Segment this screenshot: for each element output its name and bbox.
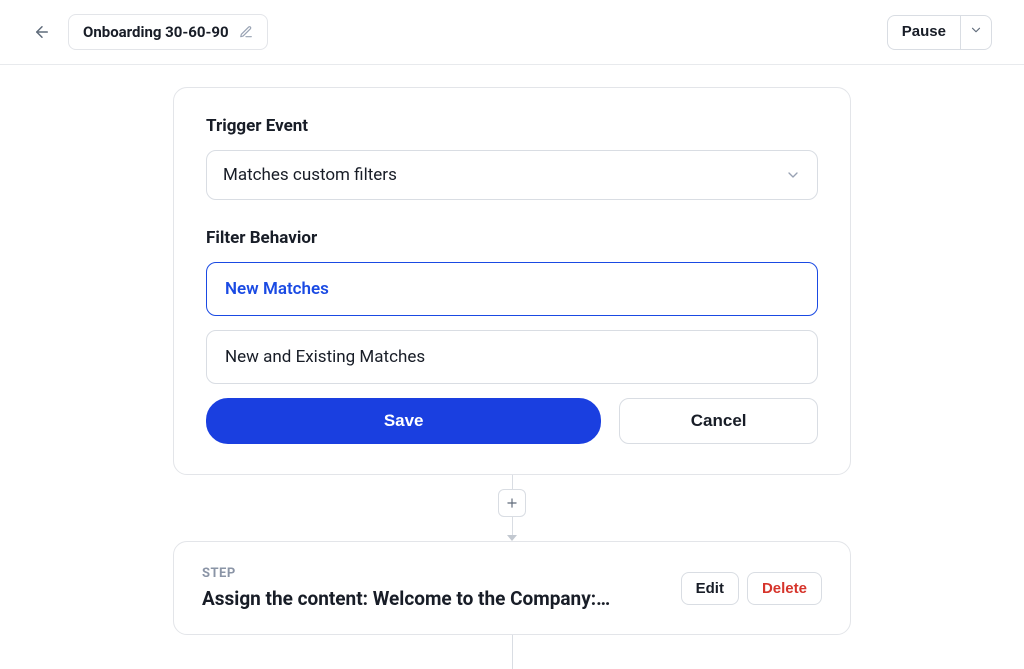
filter-option-label: New Matches bbox=[225, 279, 329, 299]
connector bbox=[498, 475, 526, 541]
back-arrow-icon[interactable] bbox=[32, 22, 52, 42]
step-actions: Edit Delete bbox=[681, 572, 822, 605]
trigger-event-value: Matches custom filters bbox=[223, 165, 397, 185]
top-bar: Onboarding 30-60-90 Pause bbox=[0, 0, 1024, 65]
filter-option-new-and-existing[interactable]: New and Existing Matches bbox=[206, 330, 818, 384]
save-button[interactable]: Save bbox=[206, 398, 601, 444]
chevron-down-icon bbox=[785, 167, 801, 183]
step-kicker: STEP bbox=[202, 566, 665, 581]
filter-option-label: New and Existing Matches bbox=[225, 347, 425, 367]
connector-line bbox=[512, 475, 513, 489]
step-card: STEP Assign the content: Welcome to the … bbox=[173, 541, 851, 635]
cancel-button[interactable]: Cancel bbox=[619, 398, 818, 444]
workflow-title-chip[interactable]: Onboarding 30-60-90 bbox=[68, 14, 268, 50]
plus-icon bbox=[505, 496, 519, 510]
trigger-config-card: Trigger Event Matches custom filters Fil… bbox=[173, 87, 851, 475]
pencil-icon bbox=[239, 25, 253, 39]
pause-button-group: Pause bbox=[887, 15, 992, 50]
chevron-down-icon bbox=[969, 23, 983, 37]
edit-step-button[interactable]: Edit bbox=[681, 572, 739, 605]
filter-option-new-matches[interactable]: New Matches bbox=[206, 262, 818, 316]
trigger-event-label: Trigger Event bbox=[206, 116, 818, 136]
connector-line bbox=[512, 635, 513, 669]
pause-button[interactable]: Pause bbox=[887, 15, 960, 50]
filter-behavior-label: Filter Behavior bbox=[206, 228, 818, 248]
workflow-title-text: Onboarding 30-60-90 bbox=[83, 23, 229, 41]
step-card-text: STEP Assign the content: Welcome to the … bbox=[202, 566, 665, 610]
step-title: Assign the content: Welcome to the Compa… bbox=[202, 587, 665, 610]
top-bar-left: Onboarding 30-60-90 bbox=[32, 14, 268, 50]
workflow-canvas: Trigger Event Matches custom filters Fil… bbox=[0, 65, 1024, 669]
top-bar-right: Pause bbox=[887, 15, 992, 50]
pause-dropdown-button[interactable] bbox=[960, 15, 992, 50]
trigger-action-row: Save Cancel bbox=[206, 398, 818, 444]
trigger-event-select[interactable]: Matches custom filters bbox=[206, 150, 818, 200]
connector-line bbox=[512, 517, 513, 537]
delete-step-button[interactable]: Delete bbox=[747, 572, 822, 605]
add-step-button[interactable] bbox=[498, 489, 526, 517]
